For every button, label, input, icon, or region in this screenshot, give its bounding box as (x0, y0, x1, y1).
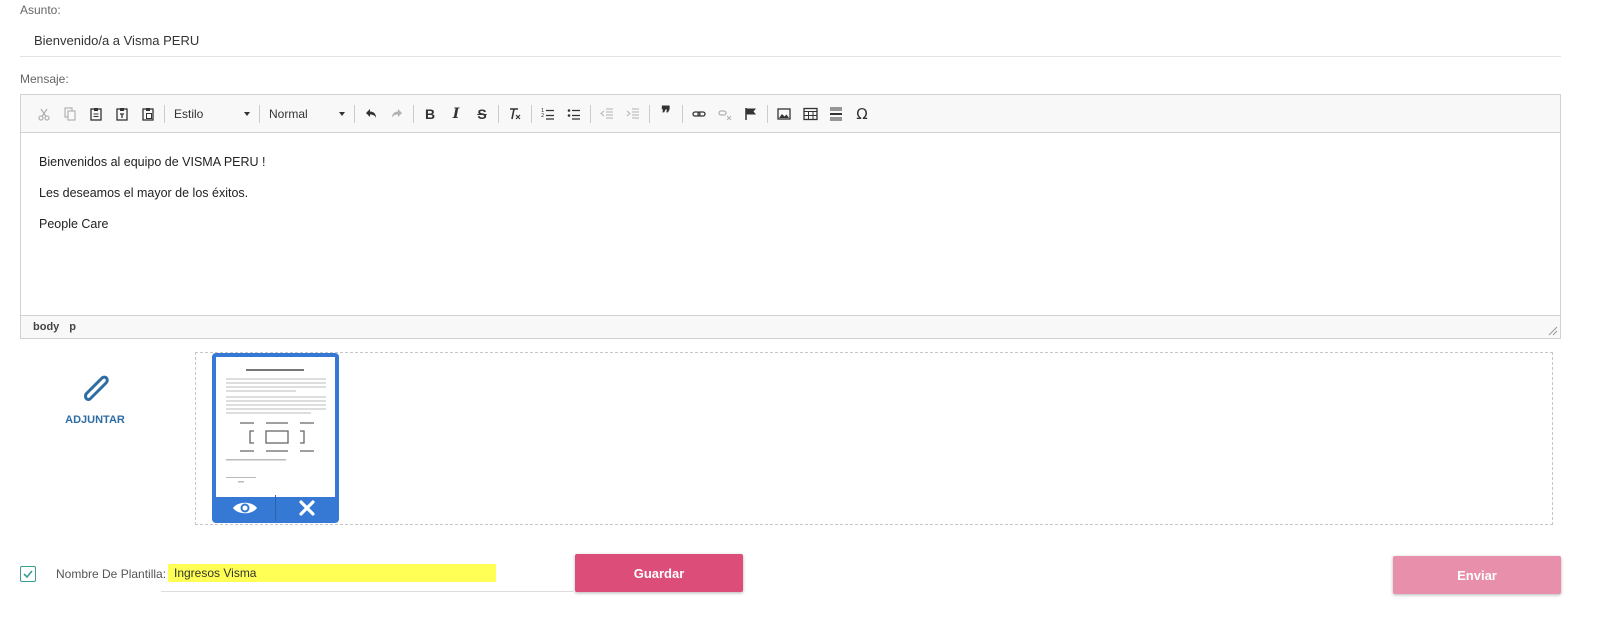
toolbar-separator (767, 104, 768, 123)
link-icon (692, 110, 706, 117)
toolbar-separator (354, 104, 355, 123)
subject-label: Asunto: (20, 3, 61, 17)
image-button[interactable] (771, 101, 797, 127)
clipboard-icon (90, 107, 102, 121)
toolbar-separator (682, 104, 683, 123)
image-icon (777, 107, 791, 120)
chevron-down-icon (244, 111, 250, 116)
unlink-button[interactable] (712, 101, 738, 127)
increase-indent-button[interactable] (620, 101, 646, 127)
rich-text-editor: Estilo Normal B I S 12 ❞ Ω Bienvenidos a… (20, 94, 1561, 339)
editor-toolbar: Estilo Normal B I S 12 ❞ Ω (21, 95, 1560, 133)
remove-attachment-button[interactable] (275, 495, 337, 521)
chevron-down-icon (339, 111, 345, 116)
paperclip-icon (84, 375, 109, 401)
bold-button[interactable]: B (417, 101, 443, 127)
attachment-dropzone[interactable] (195, 352, 1553, 525)
save-button[interactable]: Guardar (575, 554, 743, 592)
table-icon (802, 107, 818, 120)
format-dropdown-value: Normal (269, 106, 308, 121)
indent-icon (626, 108, 639, 118)
anchor-button[interactable] (738, 101, 764, 127)
toolbar-separator (590, 104, 591, 123)
paste-text-button[interactable] (109, 101, 135, 127)
view-attachment-button[interactable] (214, 495, 275, 521)
paste-text-icon (116, 107, 128, 121)
numbered-list-icon: 12 (541, 108, 554, 120)
toolbar-separator (531, 104, 532, 123)
link-button[interactable] (686, 101, 712, 127)
svg-text:2: 2 (541, 113, 544, 119)
attach-button[interactable]: ADJUNTAR (58, 368, 132, 426)
content-paragraph: People Care (39, 217, 109, 231)
style-dropdown-value: Estilo (174, 106, 204, 121)
outdent-icon (600, 108, 613, 118)
element-path-body[interactable]: body (33, 321, 59, 333)
template-name-value[interactable]: Ingresos Visma (168, 564, 496, 582)
send-button[interactable]: Enviar (1393, 556, 1561, 594)
remove-format-icon (510, 107, 521, 119)
thumbnail-actions (214, 495, 337, 521)
checkmark-icon (23, 570, 33, 579)
blockquote-button[interactable]: ❞ (653, 101, 679, 127)
flag-icon (745, 107, 756, 120)
toolbar-separator (413, 104, 414, 123)
redo-icon (392, 108, 402, 118)
copy-button[interactable] (57, 101, 83, 127)
content-paragraph: Les deseamos el mayor de los éxitos. (39, 186, 249, 200)
decrease-indent-button[interactable] (594, 101, 620, 127)
close-icon (298, 500, 315, 516)
omega-icon: Ω (856, 104, 868, 123)
copy-icon (64, 106, 76, 121)
toolbar-separator (164, 104, 165, 123)
quote-icon: ❞ (661, 103, 671, 124)
attachment-thumbnail[interactable] (212, 353, 339, 523)
paste-word-icon (142, 107, 154, 121)
content-paragraph: Bienvenidos al equipo de VISMA PERU ! (39, 155, 266, 169)
italic-button[interactable]: I (443, 101, 469, 127)
paste-word-button[interactable] (135, 101, 161, 127)
toolbar-separator (649, 104, 650, 123)
save-template-checkbox[interactable] (20, 566, 36, 582)
toolbar-separator (498, 104, 499, 123)
eye-icon (232, 502, 257, 514)
strikethrough-button[interactable]: S (469, 101, 495, 127)
numbered-list-button[interactable]: 12 (535, 101, 561, 127)
subject-underline (20, 56, 1561, 57)
strikethrough-icon: S (477, 105, 487, 122)
subject-input[interactable]: Bienvenido/a a Visma PERU (34, 33, 199, 48)
unlink-icon (718, 109, 732, 120)
message-label: Mensaje: (20, 72, 69, 86)
document-preview-graphic (226, 369, 326, 483)
undo-icon (366, 108, 376, 118)
bulleted-list-icon (567, 108, 580, 120)
bold-icon: B (424, 105, 436, 122)
italic-icon: I (452, 105, 460, 122)
style-dropdown[interactable]: Estilo (168, 101, 256, 127)
editor-content[interactable]: Bienvenidos al equipo de VISMA PERU ! Le… (21, 133, 1560, 315)
remove-format-button[interactable] (502, 101, 528, 127)
special-character-button[interactable]: Ω (849, 101, 875, 127)
horizontal-line-icon (830, 107, 842, 120)
editor-status-bar: body p (21, 315, 1560, 338)
paste-button[interactable] (83, 101, 109, 127)
redo-button[interactable] (384, 101, 410, 127)
document-preview (216, 357, 335, 497)
resize-handle-icon[interactable] (1548, 326, 1558, 336)
scissors-icon (38, 108, 50, 121)
toolbar-separator (259, 104, 260, 123)
bulleted-list-button[interactable] (561, 101, 587, 127)
template-name-label: Nombre De Plantilla: (56, 567, 167, 581)
element-path-p[interactable]: p (69, 321, 76, 333)
table-button[interactable] (797, 101, 823, 127)
attach-label: ADJUNTAR (65, 414, 125, 426)
cut-button[interactable] (31, 101, 57, 127)
format-dropdown[interactable]: Normal (263, 101, 351, 127)
horizontal-line-button[interactable] (823, 101, 849, 127)
undo-button[interactable] (358, 101, 384, 127)
